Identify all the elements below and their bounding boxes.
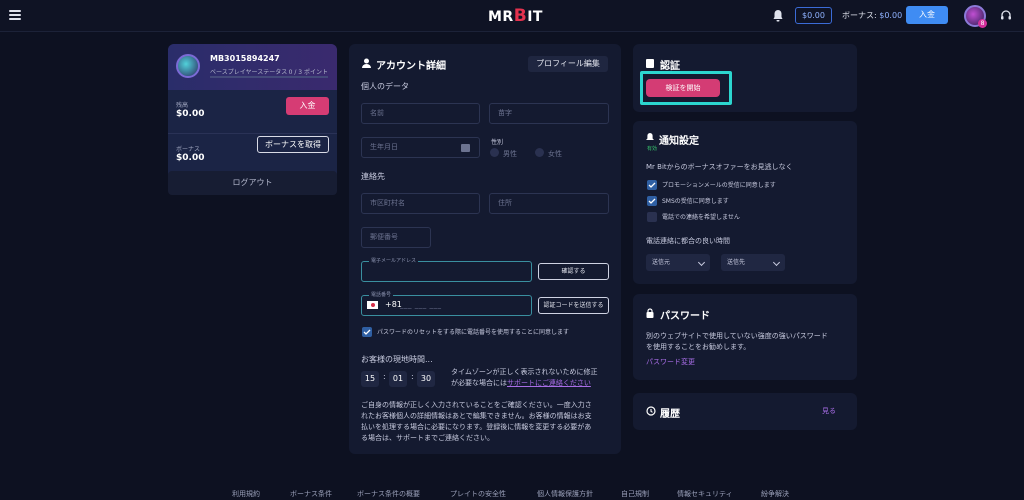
status-progress <box>210 76 328 78</box>
deposit-button[interactable]: 入金 <box>906 6 948 24</box>
profile-deposit-button[interactable]: 入金 <box>286 97 329 115</box>
female-label: 女性 <box>548 150 562 158</box>
minutes-box: 01 <box>389 371 407 387</box>
time-colon: : <box>383 372 386 381</box>
female-radio[interactable] <box>535 148 544 157</box>
city-input[interactable]: 市区町村名 <box>361 193 480 214</box>
promo-email-label: プロモーションメールの受信に同意します <box>662 182 776 189</box>
gender-label: 性別 <box>491 139 504 146</box>
history-icon <box>646 406 656 416</box>
no-call-checkbox[interactable] <box>647 212 657 222</box>
profile-header: MB3015894247 ベースプレイヤーステータス 0 / 3 ポイント <box>168 44 337 90</box>
avatar[interactable]: 8 <box>964 5 987 28</box>
calendar-icon[interactable] <box>461 144 470 152</box>
footer-link[interactable]: ボーナス条件の概要 <box>357 489 420 499</box>
menu-icon[interactable] <box>9 10 21 20</box>
footer-link[interactable]: 自己規制 <box>621 489 649 499</box>
change-password-link[interactable]: パスワード変更 <box>646 357 695 368</box>
bonus-label: ボーナス <box>176 146 201 153</box>
personal-data-heading: 個人のデータ <box>361 82 409 91</box>
email-input[interactable] <box>361 261 532 282</box>
cash-label: 残高 <box>176 102 189 109</box>
address-input[interactable]: 住所 <box>489 193 609 214</box>
get-bonus-button[interactable]: ボーナスを取得 <box>257 136 329 153</box>
bell-icon <box>646 133 654 140</box>
email-label: 電子メールアドレス <box>369 257 419 264</box>
edit-profile-button[interactable]: プロフィール編集 <box>528 56 608 72</box>
promo-email-checkbox[interactable] <box>647 180 657 190</box>
bell-icon[interactable] <box>772 9 784 22</box>
account-title: アカウント詳細 <box>376 61 446 72</box>
highlight-box <box>640 71 732 105</box>
no-call-label: 電話での連絡を希望しません <box>662 214 740 221</box>
agree-checkbox[interactable] <box>362 327 372 337</box>
footer-link[interactable]: プレイトの安全性 <box>450 489 506 499</box>
top-bar: MRBIT $0.00 ボーナス: $0.00 入金 8 <box>0 0 1024 32</box>
time-colon: : <box>411 372 414 381</box>
time-from-select[interactable]: 送信元 <box>646 254 710 271</box>
postcode-input[interactable]: 郵便番号 <box>361 227 431 248</box>
lock-icon <box>646 308 654 318</box>
profile-avatar[interactable] <box>176 54 200 78</box>
male-label: 男性 <box>503 150 517 158</box>
history-see-more-link[interactable]: 見る <box>822 406 836 416</box>
bonus-value: $0.00 <box>176 153 205 163</box>
logo[interactable]: MRBIT <box>488 6 543 26</box>
footer-link[interactable]: 情報セキュリティ <box>677 489 733 499</box>
male-radio[interactable] <box>490 148 499 157</box>
phone-mask: ___ ___ ___ <box>400 301 442 309</box>
sms-checkbox[interactable] <box>647 196 657 206</box>
headset-icon[interactable] <box>1000 9 1012 22</box>
footer-link[interactable]: 利用規約 <box>232 489 260 499</box>
footer-link[interactable]: 個人情報保護方針 <box>537 489 593 499</box>
first-name-input[interactable]: 名前 <box>361 103 480 124</box>
local-time-heading: お客様の現地時間... <box>361 355 433 364</box>
status-points: 0 / 3 ポイント <box>288 69 328 76</box>
phone-label: 電話番号 <box>369 291 394 298</box>
enabled-badge: 有効 <box>647 146 658 152</box>
call-time-heading: 電話連絡に都合の良い時間 <box>646 237 730 245</box>
password-description: 別のウェブサイトで使用していない強度の強いパスワード を使用することをお勧めします… <box>646 332 828 351</box>
flag-icon[interactable] <box>367 301 378 309</box>
bonus-balance: ボーナス: $0.00 <box>842 11 903 20</box>
support-link[interactable]: サポートにご連絡ください <box>507 379 591 387</box>
history-title: 履歴 <box>660 409 680 420</box>
footer: 利用規約 ボーナス条件 ボーナス条件の概要 プレイトの安全性 個人情報保護方針 … <box>0 489 1024 500</box>
clipboard-icon <box>646 59 654 68</box>
time-to-select[interactable]: 送信先 <box>721 254 785 271</box>
info-notice: ご自身の情報が正しく入力されていることをご確認ください。一度入力さ れたお客様個人… <box>361 401 592 442</box>
username: MB3015894247 <box>210 54 280 63</box>
user-icon <box>362 58 371 68</box>
password-title: パスワード <box>660 311 710 322</box>
cash-value: $0.00 <box>176 109 205 119</box>
player-status: ベースプレイヤーステータス <box>210 69 288 76</box>
last-name-input[interactable]: 苗字 <box>489 103 609 124</box>
confirm-email-button[interactable]: 確認する <box>538 263 609 280</box>
footer-link[interactable]: 紛争解決 <box>761 489 789 499</box>
profile-card: MB3015894247 ベースプレイヤーステータス 0 / 3 ポイント 残高… <box>168 44 337 190</box>
hours-box: 15 <box>361 371 379 387</box>
send-code-button[interactable]: 認証コードを送信する <box>538 297 609 314</box>
notification-subtitle: Mr Bitからのボーナスオファーをお見逃しなく <box>646 163 793 171</box>
logout-button[interactable]: ログアウト <box>168 171 337 195</box>
footer-link[interactable]: ボーナス条件 <box>290 489 332 499</box>
contact-heading: 連絡先 <box>361 172 385 181</box>
balance-pill[interactable]: $0.00 <box>795 7 832 24</box>
notification-title: 通知設定 <box>659 136 699 147</box>
sms-label: SMSの受信に同意します <box>662 198 729 205</box>
seconds-box: 30 <box>417 371 435 387</box>
timezone-note: タイムゾーンが正しく表示されないために修正 が必要な場合にはサポートにご連絡くださ… <box>451 368 598 387</box>
verification-title: 認証 <box>660 61 680 72</box>
agree-label: パスワードのリセットをする際に電話番号を使用することに同意します <box>377 329 570 336</box>
notification-badge: 8 <box>978 19 987 28</box>
